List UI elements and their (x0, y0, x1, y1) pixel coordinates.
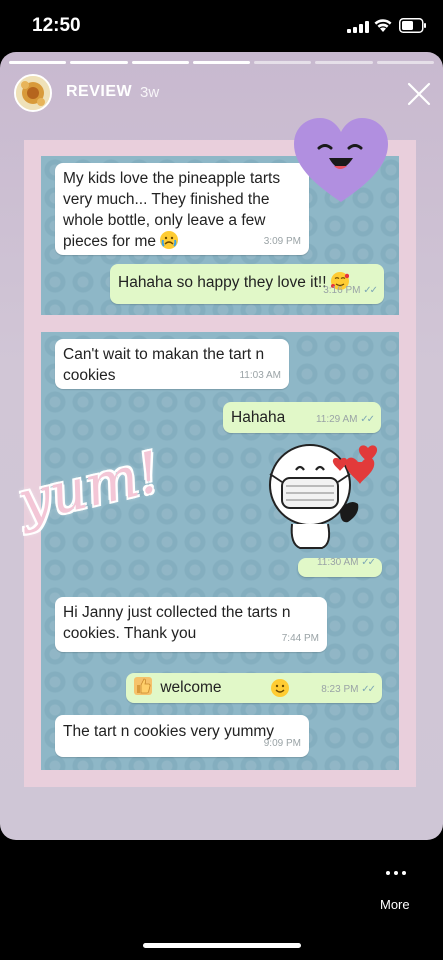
purple-heart-sticker-icon[interactable] (291, 116, 391, 206)
message-text: welcome (160, 679, 222, 696)
story-progress-bar (9, 61, 434, 64)
status-time: 12:50 (32, 15, 81, 36)
message-line: very much... They finished the (63, 191, 270, 208)
message-line: Can't wait to makan the tart n (63, 346, 265, 363)
status-bar: 12:50 (0, 0, 443, 52)
crying-face-icon (160, 231, 179, 249)
message-time: 11:29 AM ✓✓ (315, 409, 375, 430)
message-text: Hahaha (231, 409, 286, 426)
message-time-value: 11:30 AM (316, 557, 359, 568)
message-time-value: 11:29 AM (315, 414, 358, 425)
message-bubble: welcome 8:23 PM ✓✓ (126, 673, 382, 703)
message-time: 9:09 PM (263, 738, 301, 749)
story-username[interactable]: REVIEW (66, 83, 132, 101)
wifi-icon (374, 19, 392, 32)
message-line: pieces for me (63, 233, 157, 250)
more-button-label[interactable]: More (380, 897, 410, 912)
message-line: My kids love the pineapple tarts (63, 170, 281, 187)
thumbs-up-icon (134, 677, 152, 695)
avatar[interactable] (14, 74, 52, 112)
message-line: cookies. Thank you (63, 625, 197, 642)
more-options-icon[interactable] (383, 868, 409, 878)
message-bubble: Can't wait to makan the tart n cookies 1… (55, 339, 289, 389)
battery-icon (399, 18, 426, 33)
message-time: 8:23 PM ✓✓ (321, 679, 376, 700)
message-bubble: My kids love the pineapple tarts very mu… (55, 163, 309, 255)
message-time: 7:44 PM (281, 633, 319, 644)
message-time: 3:16 PM ✓✓ (323, 280, 378, 301)
message-time: 11:03 AM (239, 370, 281, 381)
close-icon[interactable] (404, 79, 434, 109)
message-bubble: The tart n cookies very yummy 9:09 PM (55, 715, 309, 757)
read-ticks-icon: ✓✓ (360, 414, 375, 425)
cellular-signal-icon (347, 21, 369, 33)
message-text: Hahaha so happy they love it!! (118, 274, 327, 291)
sticker-time-bubble: 11:30 AM ✓✓ (298, 557, 382, 577)
read-ticks-icon: ✓✓ (361, 557, 376, 568)
home-indicator[interactable] (143, 943, 301, 948)
message-time-value: 8:23 PM (321, 684, 359, 695)
read-ticks-icon: ✓✓ (361, 684, 376, 695)
read-ticks-icon: ✓✓ (363, 285, 378, 296)
masked-face-sticker-icon[interactable] (260, 440, 384, 552)
story-card[interactable]: REVIEW 3w My kids love the pineapple tar… (0, 52, 443, 840)
message-text: The tart n cookies very yummy (63, 723, 275, 740)
message-line: Hi Janny just collected the tarts n (63, 604, 291, 621)
message-line: whole bottle, only leave a few (63, 212, 266, 229)
message-bubble: Hahaha 11:29 AM ✓✓ (223, 402, 381, 433)
story-age: 3w (140, 84, 160, 101)
message-time: 3:09 PM (263, 236, 301, 247)
pineapple-tart-icon (16, 76, 50, 110)
message-line: cookies (63, 367, 116, 384)
smiling-face-icon (271, 679, 289, 697)
message-time: 11:30 AM ✓✓ (316, 552, 376, 573)
message-bubble: Hi Janny just collected the tarts n cook… (55, 597, 327, 652)
message-time-value: 3:16 PM (323, 285, 361, 296)
message-bubble: Hahaha so happy they love it!! 3:16 PM ✓… (110, 264, 384, 304)
